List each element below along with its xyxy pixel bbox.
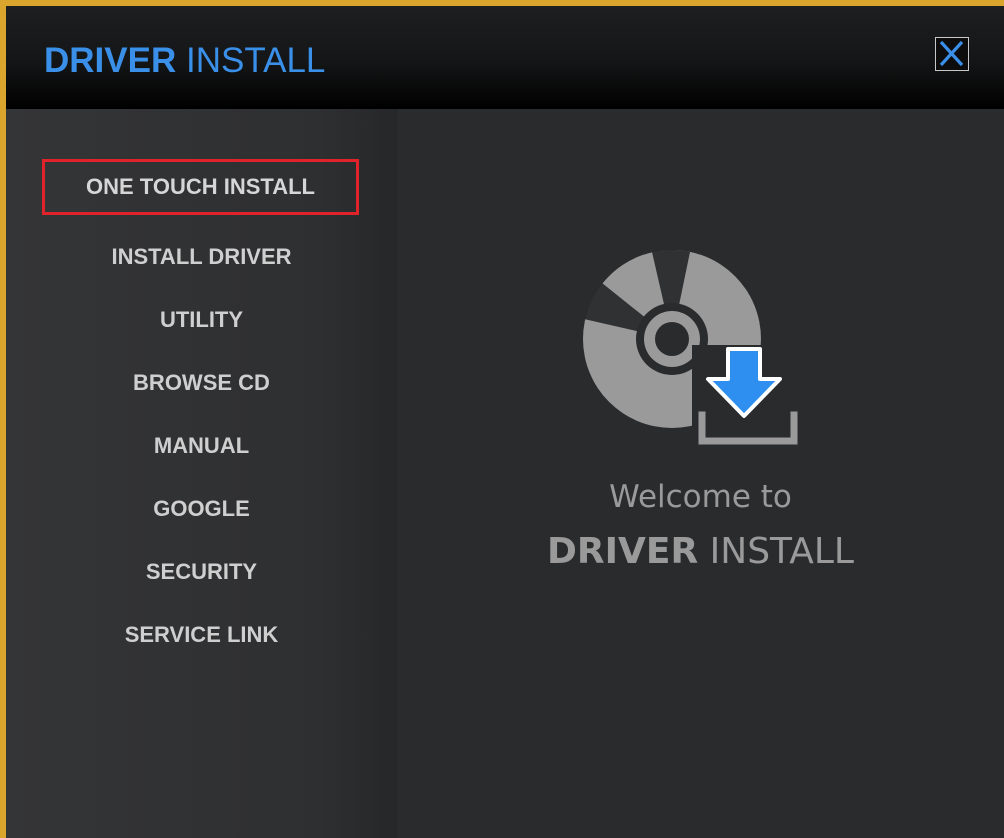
driver-install-window: DRIVER INSTALL ONE TOUCH INSTALL INSTALL… [0,0,1004,838]
close-icon [939,40,964,67]
menu-item-utility[interactable]: UTILITY [6,305,397,335]
menu-item-one-touch-install[interactable]: ONE TOUCH INSTALL [42,159,359,215]
welcome-app-name-light: INSTALL [709,531,854,572]
menu-item-google[interactable]: GOOGLE [6,494,397,524]
app-title-light: INSTALL [185,41,326,80]
menu-item-service-link[interactable]: SERVICE LINK [6,620,397,650]
title-bar: DRIVER INSTALL [6,6,1004,109]
welcome-app-name-bold: DRIVER [547,531,699,572]
app-title: DRIVER INSTALL [44,39,325,83]
menu-item-browse-cd[interactable]: BROWSE CD [6,368,397,398]
menu-item-manual[interactable]: MANUAL [6,431,397,461]
menu-item-install-driver[interactable]: INSTALL DRIVER [6,242,397,272]
menu-item-security[interactable]: SECURITY [6,557,397,587]
disc-download-icon [583,249,802,449]
close-button[interactable] [935,37,969,71]
welcome-app-name: DRIVER INSTALL [397,529,1004,575]
welcome-text: Welcome to [609,479,792,515]
app-title-bold: DRIVER [44,41,177,80]
sidebar: ONE TOUCH INSTALL INSTALL DRIVER UTILITY… [6,109,397,838]
main-panel: Welcome to DRIVER INSTALL [397,109,1004,838]
